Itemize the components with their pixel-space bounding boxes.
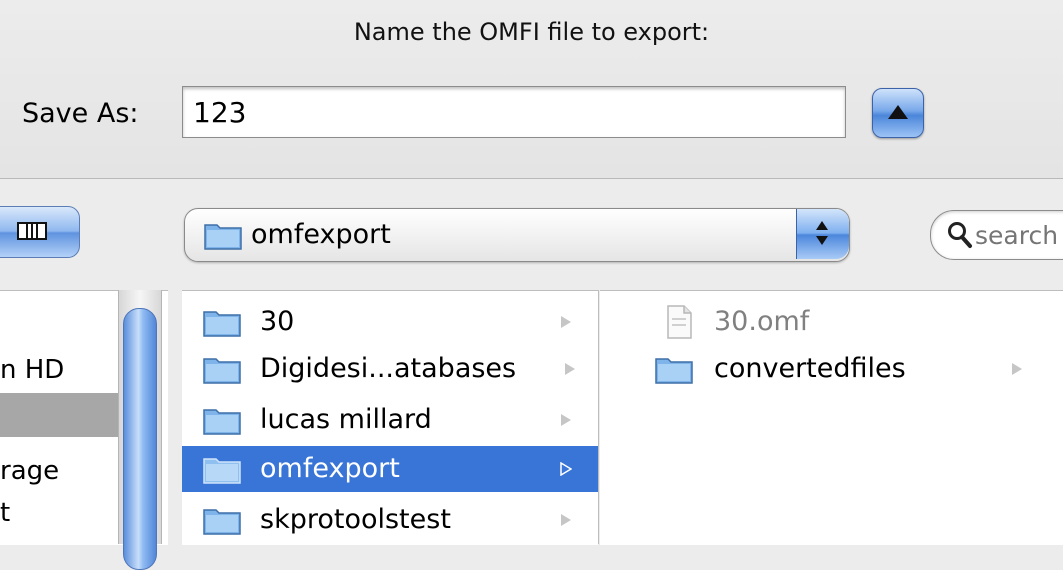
list-item[interactable]: skprotoolstest [182, 499, 598, 541]
list-item-selected[interactable]: omfexport [182, 446, 598, 492]
list-item[interactable]: convertedfiles [600, 348, 1063, 390]
item-name: lucas millard [260, 404, 432, 435]
folder-icon [655, 358, 693, 384]
list-item[interactable]: 30 [182, 301, 598, 343]
item-name: convertedfiles [714, 353, 906, 384]
location-label: omfexport [251, 219, 391, 250]
item-name: omfexport [260, 453, 400, 484]
dialog-prompt: Name the OMFI file to export: [353, 18, 710, 46]
column-view-icon [17, 222, 47, 240]
search-field[interactable] [930, 210, 1063, 260]
browser-column-2: 30.omf convertedfiles [600, 290, 1063, 545]
folder-icon [203, 311, 241, 337]
sidebar-item[interactable]: n HD [0, 348, 64, 392]
folder-icon [203, 409, 241, 435]
search-input[interactable] [973, 217, 1063, 253]
list-item[interactable]: lucas millard [182, 399, 598, 441]
folder-icon [203, 358, 241, 384]
sidebar-item[interactable]: rage [0, 449, 59, 493]
browser-column-1: 30 Digidesi...atabases lucas millard omf… [182, 290, 598, 545]
column-view-button[interactable] [0, 206, 80, 258]
disclosure-arrow-icon [1012, 363, 1022, 375]
collapse-panel-button[interactable] [872, 88, 924, 138]
scroll-thumb[interactable] [123, 308, 157, 570]
sidebar-scrollbar[interactable] [118, 290, 162, 570]
item-name: skprotoolstest [260, 504, 451, 535]
folder-icon [203, 458, 241, 484]
sidebar-item[interactable]: t [0, 491, 10, 535]
list-item[interactable]: Digidesi...atabases [182, 348, 598, 390]
item-name: Digidesi...atabases [260, 353, 517, 384]
disclosure-arrow-icon [561, 316, 571, 328]
folder-icon [203, 509, 241, 535]
location-stepper[interactable] [796, 209, 849, 259]
disclosure-arrow-icon [560, 462, 572, 476]
item-name: 30.omf [714, 306, 810, 337]
save-as-label: Save As: [22, 98, 139, 129]
search-icon [948, 222, 972, 248]
sidebar-item-selected[interactable] [0, 393, 118, 437]
item-name: 30 [260, 306, 295, 337]
folder-icon [204, 224, 242, 250]
location-popup[interactable]: omfexport [184, 208, 850, 262]
list-item: 30.omf [600, 301, 1063, 343]
disclosure-arrow-icon [565, 363, 575, 375]
column-divider[interactable] [598, 290, 599, 544]
document-icon [667, 305, 692, 339]
disclosure-arrow-icon [561, 414, 571, 426]
triangle-up-icon [888, 105, 908, 119]
up-down-arrows-icon [816, 221, 828, 245]
disclosure-arrow-icon [561, 514, 571, 526]
save-as-input[interactable]: 123 [182, 86, 846, 138]
